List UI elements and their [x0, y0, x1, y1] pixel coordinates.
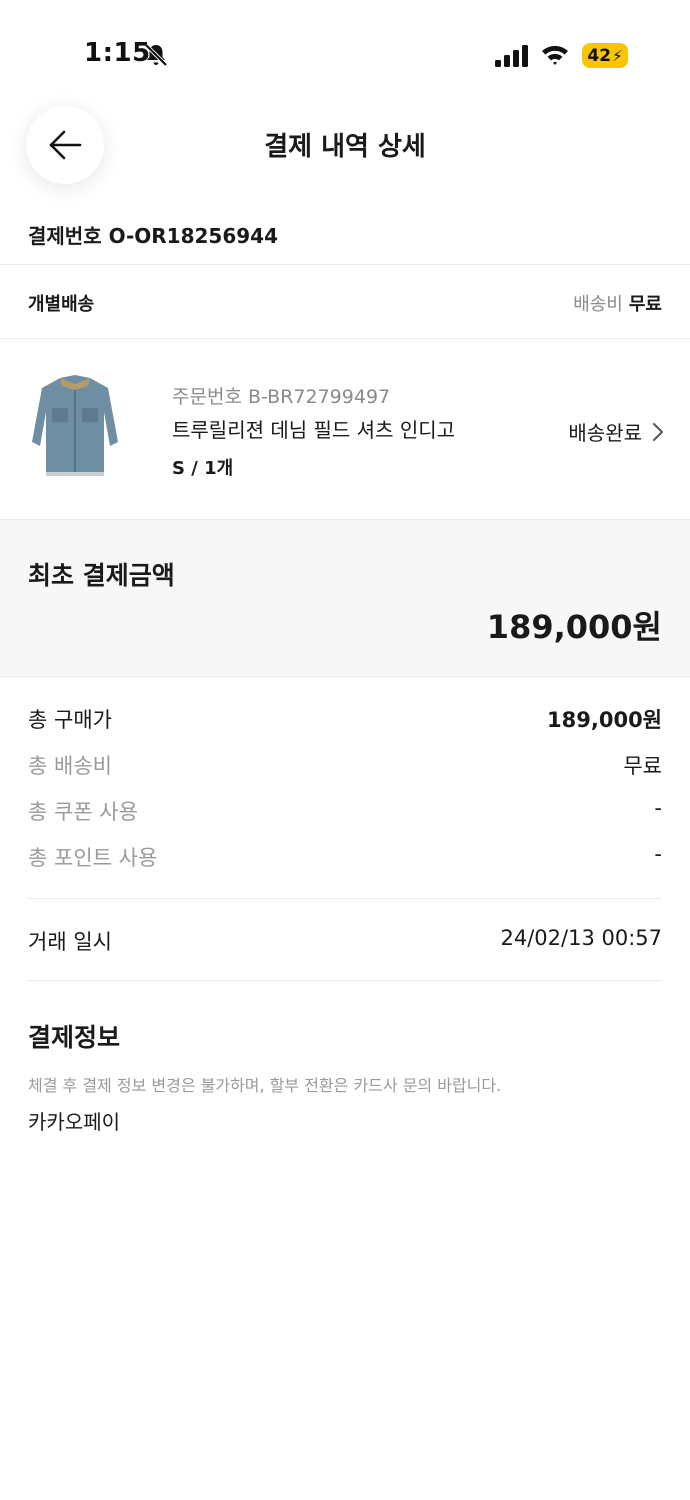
transaction-datetime: 24/02/13 00:57: [500, 926, 662, 950]
points-value: -: [654, 842, 662, 866]
order-number-label: 주문번호: [172, 386, 242, 408]
wifi-icon: [542, 45, 568, 65]
payment-number: 결제번호 O-OR18256944: [28, 220, 278, 249]
transaction-row: 거래 일시 24/02/13 00:57: [28, 926, 662, 956]
divider: [28, 898, 662, 899]
total-price-row: 총 구매가 189,000원: [28, 704, 662, 734]
shipping-fee: 배송비 무료: [573, 290, 662, 316]
payment-number-label: 결제번호: [28, 224, 102, 248]
payment-method: 카카오페이: [28, 1110, 120, 1134]
product-thumbnail[interactable]: [30, 372, 120, 482]
cellular-signal-icon: [495, 45, 528, 67]
initial-payment-amount: 189,000원: [486, 608, 662, 646]
initial-payment-section: 최초 결제금액 189,000원: [0, 519, 690, 677]
total-shipping-label: 총 배송비: [28, 754, 112, 778]
coupon-value: -: [654, 796, 662, 820]
status-time: 1:15: [84, 38, 151, 68]
total-price-label: 총 구매가: [28, 708, 112, 732]
points-row: 총 포인트 사용 -: [28, 842, 662, 872]
points-label: 총 포인트 사용: [28, 846, 158, 870]
order-number: 주문번호 B-BR72799497: [172, 382, 390, 409]
coupon-label: 총 쿠폰 사용: [28, 800, 138, 824]
divider: [28, 980, 662, 981]
payment-info-notice: 체결 후 결제 정보 변경은 불가하며, 할부 전환은 카드사 문의 바랍니다.: [28, 1076, 502, 1095]
divider: [0, 338, 690, 339]
payment-number-value: O-OR18256944: [108, 224, 278, 248]
shipping-type: 개별배송: [28, 294, 95, 315]
charging-bolt-icon: ⚡: [612, 46, 623, 65]
order-number-value: B-BR72799497: [247, 386, 391, 408]
delivery-status-label: 배송완료: [568, 421, 642, 445]
payment-info-title: 결제정보: [28, 1023, 121, 1052]
initial-payment-label: 최초 결제금액: [28, 561, 175, 590]
product-option: S / 1개: [172, 458, 234, 479]
delivery-status-link[interactable]: 배송완료: [568, 417, 664, 446]
chevron-right-icon: [653, 422, 663, 441]
total-price-value: 189,000원: [547, 708, 662, 732]
coupon-row: 총 쿠폰 사용 -: [28, 796, 662, 826]
divider: [0, 264, 690, 265]
product-name[interactable]: 트루릴리젼 데님 필드 셔츠 인디고: [172, 414, 455, 443]
shipping-fee-value: 무료: [628, 294, 662, 315]
battery-level: 42: [587, 45, 612, 66]
total-shipping-row: 총 배송비 무료: [28, 750, 662, 780]
shipping-fee-label: 배송비: [573, 294, 623, 315]
page-title: 결제 내역 상세: [264, 132, 426, 162]
battery-indicator: 42 ⚡: [582, 43, 628, 68]
total-shipping-value: 무료: [623, 754, 662, 778]
bell-slash-icon: [144, 43, 168, 67]
transaction-label: 거래 일시: [28, 930, 112, 954]
status-bar: 1:15 42 ⚡: [0, 0, 690, 110]
